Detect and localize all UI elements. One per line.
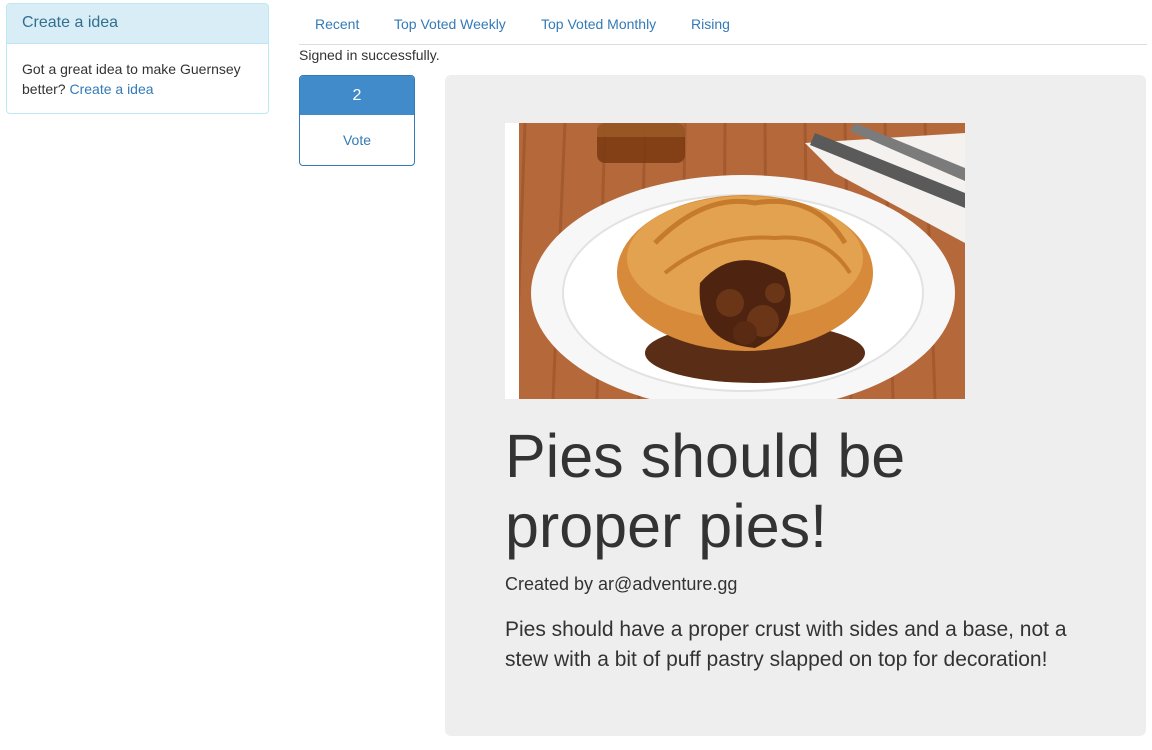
vote-widget: 2 Vote (299, 75, 415, 166)
tab-top-voted-monthly[interactable]: Top Voted Monthly (541, 15, 656, 33)
tab-recent[interactable]: Recent (315, 15, 359, 33)
idea-title: Pies should be proper pies! (505, 422, 906, 560)
idea-description: Pies should have a proper crust with sid… (505, 618, 1067, 671)
tab-top-voted-weekly[interactable]: Top Voted Weekly (394, 15, 506, 33)
create-idea-panel: Create a idea Got a great idea to make G… (6, 3, 269, 114)
idea-card: Pies should be proper pies! Created by a… (445, 75, 1146, 736)
vote-button[interactable]: Vote (300, 115, 414, 165)
pie-photo-illustration (505, 123, 965, 399)
idea-image (505, 123, 965, 399)
idea-author: Created by ar@adventure.gg (505, 574, 738, 594)
create-idea-panel-body: Got a great idea to make Guernsey better… (7, 44, 268, 99)
flash-message: Signed in successfully. (299, 47, 440, 63)
create-idea-panel-heading: Create a idea (7, 4, 268, 44)
create-idea-link[interactable]: Create a idea (69, 81, 153, 97)
tab-rising[interactable]: Rising (691, 15, 730, 33)
sort-tabs: Recent Top Voted Weekly Top Voted Monthl… (299, 0, 1147, 45)
vote-count: 2 (300, 76, 414, 115)
